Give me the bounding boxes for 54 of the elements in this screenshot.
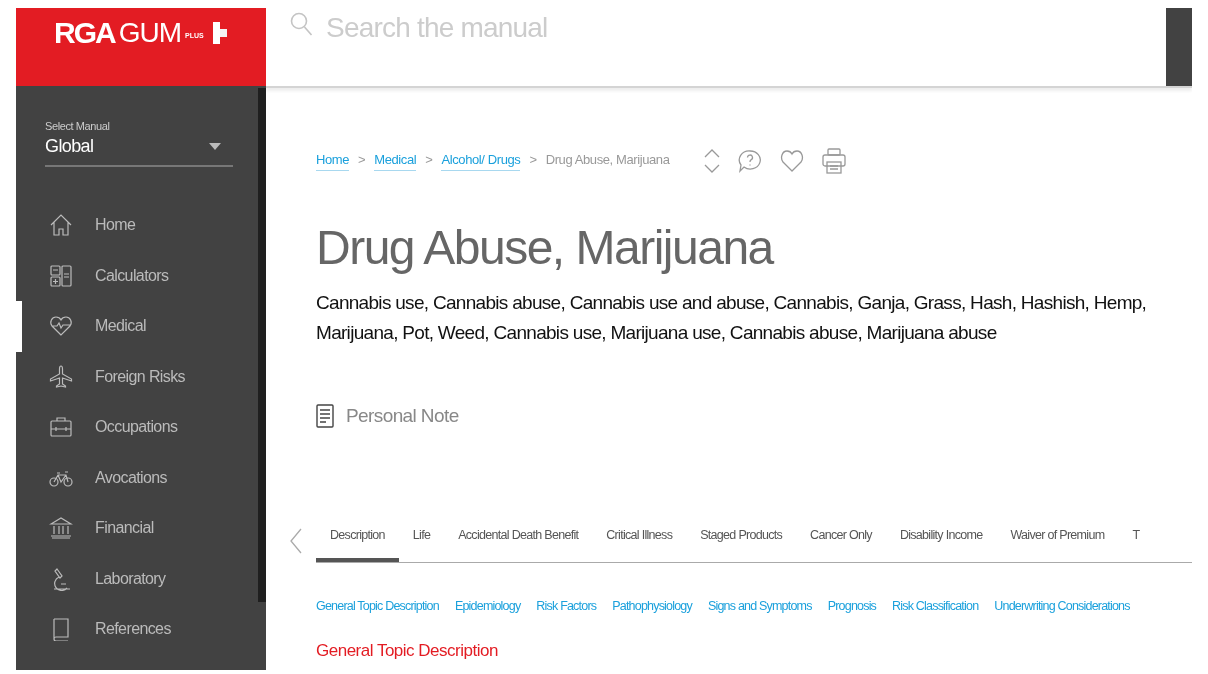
section-link[interactable]: Pathophysiology: [612, 599, 692, 613]
breadcrumb-link[interactable]: Home: [316, 151, 350, 171]
note-icon: [316, 404, 334, 428]
section-link[interactable]: Signs and Symptoms: [707, 599, 812, 613]
home-icon: [49, 213, 73, 238]
logo-brand: RGA: [54, 16, 115, 50]
tab[interactable]: Accidental Death Benefit: [444, 518, 593, 562]
print-icon[interactable]: [822, 148, 847, 174]
tab[interactable]: Staged Products: [686, 518, 797, 562]
section-link[interactable]: General Topic Description: [316, 599, 439, 613]
nav-item[interactable]: Occupations: [16, 402, 258, 453]
nav-item[interactable]: Calculators: [16, 250, 258, 301]
bank-icon: [49, 516, 73, 541]
tab[interactable]: Life: [398, 518, 445, 562]
section-link[interactable]: Epidemiology: [454, 599, 521, 613]
tab[interactable]: Cancer Only: [796, 518, 886, 562]
nav-item[interactable]: Home: [16, 200, 258, 251]
nav-item[interactable]: Medical: [16, 301, 258, 352]
breadcrumb-separator: >: [425, 151, 433, 169]
synonyms-text: Cannabis use, Cannabis abuse, Cannabis use and abuse, Cannabis, Ganja, Grass, Hash, Hashish, Hemp, Marijuana, Pot, Weed, Cannabis use, Marijuana use, Cannabis abuse, Marijuana abuse: [316, 291, 1148, 345]
help-icon[interactable]: [738, 149, 763, 173]
tab[interactable]: Disability Income: [885, 518, 997, 562]
section-link[interactable]: Prognosis: [827, 599, 877, 613]
section-link[interactable]: Risk Classification: [892, 599, 979, 613]
nav-item[interactable]: References: [16, 604, 258, 655]
logo-product: GUM: [118, 16, 181, 50]
breadcrumb-link[interactable]: Alcohol/ Drugs: [441, 151, 521, 171]
section-heading: General Topic Description: [316, 641, 499, 661]
page-title: Drug Abuse, Marijuana: [316, 220, 775, 276]
caret-icon: [209, 143, 221, 150]
search-icon: [290, 12, 314, 38]
tab[interactable]: T: [1118, 518, 1154, 562]
nav-item[interactable]: Foreign Risks: [16, 351, 258, 402]
nav-item[interactable]: Financial: [16, 503, 258, 554]
tab[interactable]: Description: [316, 518, 399, 562]
breadcrumb-separator: >: [529, 151, 537, 169]
section-link[interactable]: Underwriting Considerations: [994, 599, 1130, 613]
heart-icon[interactable]: [780, 150, 805, 172]
breadcrumb-current: Drug Abuse, Marijuana: [545, 151, 670, 169]
up-down-arrows-icon[interactable]: [704, 148, 721, 174]
tab[interactable]: Waiver of Premium: [996, 518, 1119, 562]
select-label: Select Manual: [45, 120, 111, 132]
calculator-icon: [49, 263, 73, 288]
nav-item[interactable]: Laboratory: [16, 553, 258, 604]
cross-icon: [204, 22, 227, 44]
manual-dropdown[interactable]: Global: [45, 132, 233, 167]
breadcrumb-separator: >: [358, 151, 366, 169]
section-link[interactable]: Risk Factors: [536, 599, 597, 613]
plane-icon: [49, 364, 73, 389]
tab[interactable]: Critical Illness: [592, 518, 687, 562]
personal-note-button[interactable]: Personal Note: [316, 404, 459, 428]
breadcrumb-link[interactable]: Medical: [374, 151, 417, 171]
briefcase-icon: [49, 415, 73, 440]
nav-item[interactable]: Avocations: [16, 452, 258, 503]
